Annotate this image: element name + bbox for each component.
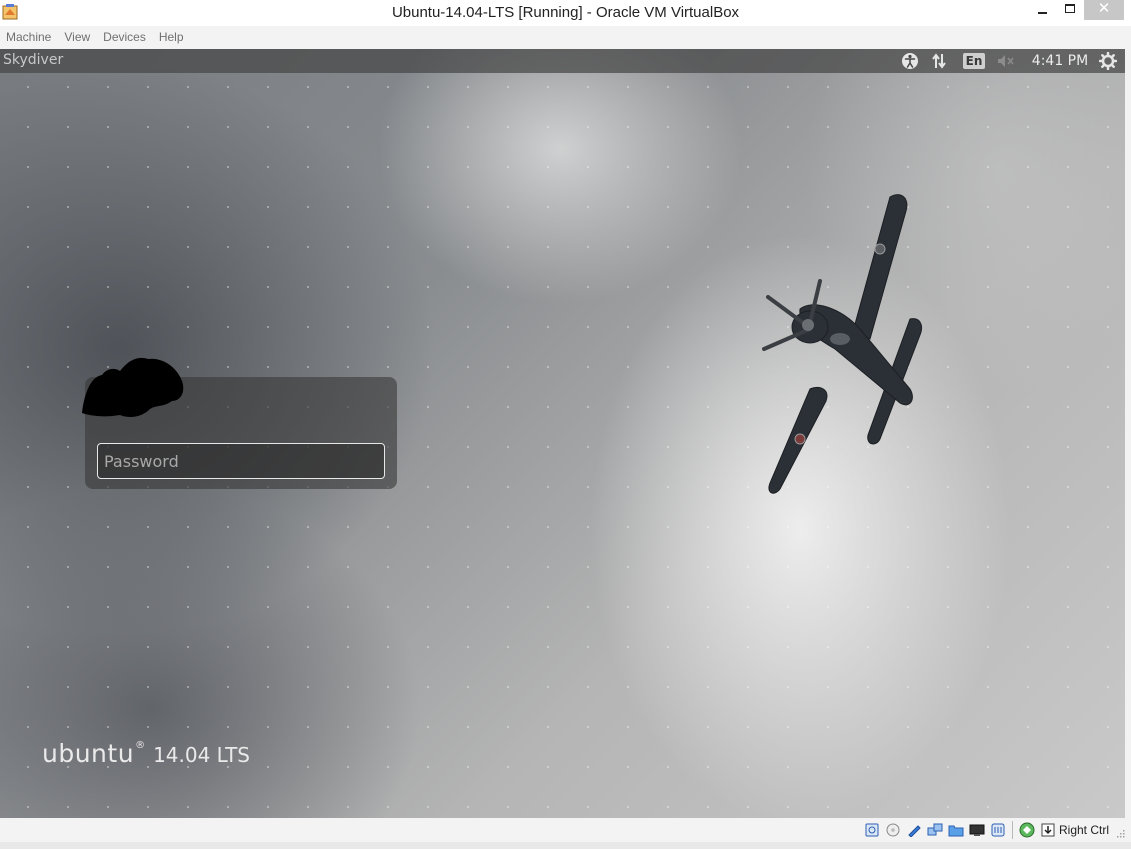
title-bar: Ubuntu-14.04-LTS [Running] - Oracle VM V… [0,0,1131,26]
ubuntu-version: 14.04 LTS [153,743,250,767]
clock[interactable]: 4:41 PM [1028,49,1092,73]
menu-bar: Machine View Devices Help [0,26,1131,48]
keyboard-layout-indicator[interactable]: En [962,49,986,73]
redacted-username-blob [82,357,184,417]
window-bottom-edge [0,842,1131,849]
shared-folders-icon[interactable] [948,822,964,838]
maximize-button[interactable] [1056,0,1084,20]
ubuntu-branding: ubuntu ® 14.04 LTS [42,739,250,768]
volume-indicator[interactable] [994,49,1018,73]
network-adapters-icon[interactable] [927,822,943,838]
session-menu[interactable] [1096,49,1120,73]
menu-machine[interactable]: Machine [6,30,51,44]
resize-grip-icon[interactable] [1115,828,1125,838]
ubuntu-top-panel: Skydiver En 4:41 PM [0,49,1125,73]
window-right-edge [1125,49,1131,818]
video-capture-icon[interactable] [990,822,1006,838]
host-key-label: Right Ctrl [1059,823,1110,837]
virtualization-icon[interactable] [1019,822,1035,838]
ubuntu-wordmark: ubuntu [42,739,135,768]
ubuntu-circle-mark: ® [135,740,146,751]
display-icon[interactable] [969,822,985,838]
close-button[interactable]: ✕ [1084,0,1124,20]
network-indicator[interactable] [928,49,950,73]
power-gear-icon [1099,52,1117,70]
status-separator [1012,821,1013,839]
accessibility-indicator[interactable] [899,49,921,73]
host-key-arrow-icon[interactable] [1040,822,1056,838]
minimize-icon [1037,12,1047,14]
optical-drive-icon[interactable] [885,822,901,838]
password-input[interactable] [97,443,385,479]
close-icon: ✕ [1097,0,1111,17]
hard-disk-icon[interactable] [864,822,880,838]
accessibility-icon [902,53,918,69]
status-bar: Right Ctrl [0,818,1131,842]
guest-screen[interactable]: Skydiver En 4:41 PM ubuntu ® 14.04 LTS [0,49,1125,818]
network-icon [932,53,946,69]
usb-icon[interactable] [906,822,922,838]
maximize-icon [1065,3,1075,13]
window-title: Ubuntu-14.04-LTS [Running] - Oracle VM V… [391,4,740,21]
menu-help[interactable]: Help [159,30,184,44]
virtualbox-window: Ubuntu-14.04-LTS [Running] - Oracle VM V… [0,0,1131,849]
minimize-button[interactable] [1028,0,1056,20]
keyboard-layout-icon: En [962,53,986,69]
menu-view[interactable]: View [64,30,90,44]
airplane-wallpaper-image [762,194,923,494]
volume-muted-icon [998,55,1014,67]
hostname-label: Skydiver [3,52,64,68]
menu-devices[interactable]: Devices [103,30,146,44]
